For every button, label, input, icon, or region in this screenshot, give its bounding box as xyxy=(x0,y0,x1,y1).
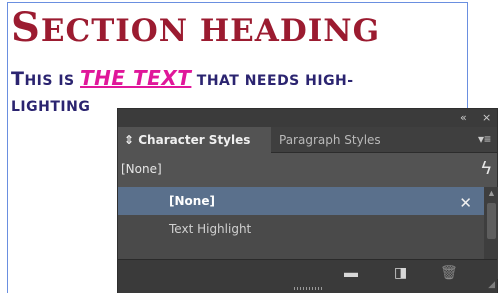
panel-footer: ▬ ◨ 🗑 ◢ xyxy=(118,259,497,293)
panel-menu-icon[interactable]: ▾≡ xyxy=(478,132,491,146)
new-style-icon[interactable]: ◨ xyxy=(394,264,407,281)
tab-label: Character Styles xyxy=(138,133,251,147)
para-part-2: THAT NEEDS HIGH- xyxy=(191,73,354,89)
highlighted-text[interactable]: THE TEXT xyxy=(80,66,191,90)
heading-initial: S xyxy=(11,4,41,51)
resize-corner-icon[interactable]: ◢ xyxy=(488,279,495,290)
current-style-label: [None] xyxy=(121,162,162,176)
tab-character-styles[interactable]: ⇕ Character Styles xyxy=(118,127,271,153)
close-icon[interactable]: × xyxy=(482,111,491,124)
list-item-text-highlight[interactable]: Text Highlight xyxy=(118,215,484,243)
delete-icon[interactable]: 🗑 xyxy=(440,264,458,281)
body-paragraph[interactable]: THIS IS THE TEXT THAT NEEDS HIGH- xyxy=(11,66,354,90)
list-item-label: [None] xyxy=(169,194,215,208)
chevron-updown-icon: ⇕ xyxy=(124,133,135,147)
section-heading[interactable]: SECTION HEADING xyxy=(11,4,380,51)
scroll-thumb[interactable] xyxy=(487,203,496,239)
list-item-none[interactable]: [None] ✕ xyxy=(118,187,484,215)
collapse-icon[interactable]: « xyxy=(460,111,467,124)
body-paragraph-line2: LIGHTING xyxy=(11,99,91,115)
folder-icon[interactable]: ▬ xyxy=(344,264,358,280)
panel-tabs: ⇕ Character Styles Paragraph Styles ▾≡ xyxy=(118,127,497,153)
list-item-label: Text Highlight xyxy=(169,222,252,236)
resize-grip[interactable] xyxy=(294,287,324,290)
quick-apply-icon[interactable]: ϟ xyxy=(481,158,491,179)
character-styles-panel: « × ⇕ Character Styles Paragraph Styles … xyxy=(117,108,498,293)
panel-titlebar[interactable]: « × xyxy=(118,109,497,127)
current-style-row: [None] ϟ xyxy=(118,155,497,183)
edit-style-icon: ✕ xyxy=(459,194,472,212)
heading-rest: ECTION HEADING xyxy=(40,13,381,49)
tab-paragraph-styles[interactable]: Paragraph Styles xyxy=(273,127,387,153)
scroll-up-icon[interactable]: ▲ xyxy=(487,188,496,198)
para-initial: T xyxy=(11,68,25,90)
para-part-1: HIS IS xyxy=(24,73,81,89)
